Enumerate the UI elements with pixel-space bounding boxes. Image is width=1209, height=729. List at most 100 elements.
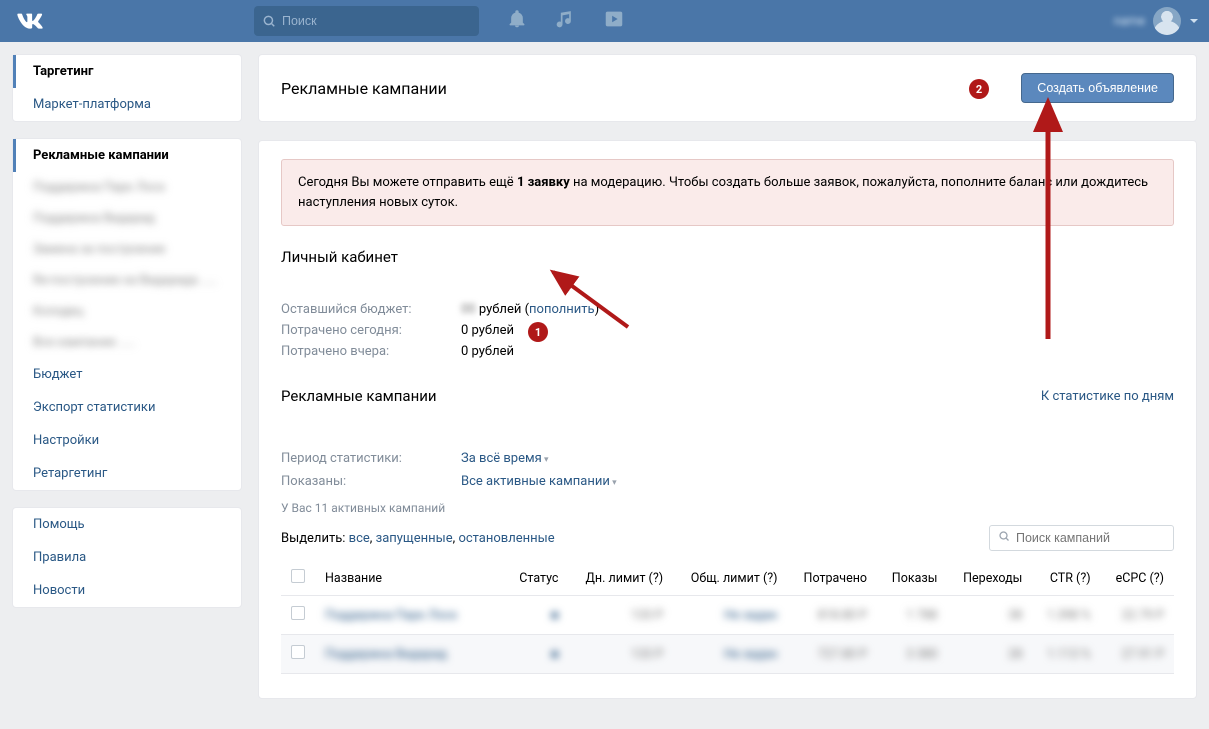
cell-ecpc: 27.91 P (1122, 647, 1164, 662)
cell-status[interactable]: ■ (551, 608, 559, 623)
sidebar: Таргетинг Маркет-платформа Рекламные кам… (12, 54, 242, 624)
row-checkbox[interactable] (291, 645, 305, 659)
filter-period-label: Период статистики: (281, 451, 461, 466)
sidebar-item-help[interactable]: Помощь (13, 508, 241, 541)
col-total-limit: Общ. лимит (?) (673, 561, 787, 596)
account-title: Личный кабинет (281, 248, 1174, 266)
search-icon (998, 530, 1010, 546)
campaigns-table: Название Статус Дн. лимит (?) Общ. лимит… (281, 561, 1174, 674)
select-all-link[interactable]: все (349, 531, 370, 546)
filter-shown-row: Показаны: Все активные кампании (281, 474, 1174, 489)
sidebar-campaign-blurred[interactable]: Поддержка Видарид (13, 203, 241, 234)
budget-remaining-label: Оставшийся бюджет: (281, 302, 461, 317)
row-checkbox[interactable] (291, 606, 305, 620)
spent-today-value: 0 рублей (461, 323, 514, 338)
page-body: Таргетинг Маркет-платформа Рекламные кам… (0, 42, 1209, 729)
spent-yesterday-row: Потрачено вчера: 0 рублей (281, 344, 1174, 359)
cell-name[interactable]: Поддержка Видарид (325, 647, 447, 662)
cell-ctr: 1.113 % (1047, 647, 1091, 662)
sidebar-campaign-blurred[interactable]: Поддержка Парк Лоск (13, 172, 241, 203)
campaign-search-input[interactable] (1016, 531, 1166, 545)
col-ctr: CTR (?) (1032, 561, 1100, 596)
spent-yesterday-label: Потрачено вчера: (281, 344, 461, 359)
budget-remaining-amount: 00 (461, 302, 476, 317)
chevron-down-icon (1189, 16, 1199, 26)
cell-day-limit: 133 P (631, 647, 663, 662)
sidebar-item-budget[interactable]: Бюджет (13, 358, 241, 391)
cell-clicks: 38 (1008, 608, 1022, 623)
page-title: Рекламные кампании (281, 79, 447, 98)
annotation-badge-1: 1 (528, 322, 548, 342)
app-header: name (0, 0, 1209, 42)
sidebar-group-targeting: Таргетинг Маркет-платформа (12, 54, 242, 122)
sidebar-campaign-blurred[interactable]: Замена за построение (13, 234, 241, 265)
sidebar-item-settings[interactable]: Настройки (13, 424, 241, 457)
cell-total-limit[interactable]: Не задан (724, 647, 777, 662)
budget-remaining-row: Оставшийся бюджет: 00 рублей (пополнить) (281, 302, 1174, 317)
sidebar-item-targeting[interactable]: Таргетинг (13, 55, 241, 88)
daily-stats-link[interactable]: К статистике по дням (1041, 389, 1174, 404)
filter-period-row: Период статистики: За всё время (281, 451, 1174, 466)
cell-status[interactable]: ■ (551, 647, 559, 662)
cell-impressions: 1 788 (906, 608, 937, 623)
spent-yesterday-value: 0 рублей (461, 344, 514, 359)
sidebar-item-news[interactable]: Новости (13, 574, 241, 607)
table-row[interactable]: Поддержка Парк Лоск ■ 133 P Не задан 818… (281, 596, 1174, 635)
col-day-limit: Дн. лимит (?) (568, 561, 673, 596)
cell-ecpc: 22.79 P (1122, 608, 1164, 623)
sidebar-campaign-blurred[interactable]: Re-построение на Видарида ..... (13, 265, 241, 296)
col-name: Название (315, 561, 505, 596)
col-clicks: Переходы (947, 561, 1032, 596)
user-avatar[interactable] (1153, 7, 1181, 35)
cell-impressions: 3 380 (906, 647, 937, 662)
dashboard-card: Сегодня Вы можете отправить ещё 1 заявку… (258, 140, 1197, 699)
music-icon[interactable] (555, 9, 575, 33)
main-content: Рекламные кампании Создать объявление Се… (258, 54, 1197, 717)
col-impressions: Показы (877, 561, 947, 596)
vk-logo[interactable] (16, 7, 44, 35)
filter-shown-value[interactable]: Все активные кампании (461, 474, 617, 489)
sidebar-item-rules[interactable]: Правила (13, 541, 241, 574)
col-ecpc: eCPC (?) (1101, 561, 1174, 596)
filter-period-value[interactable]: За всё время (461, 451, 549, 466)
active-campaigns-count: У Вас 11 активных кампаний (281, 501, 1174, 515)
video-play-icon[interactable] (603, 8, 625, 34)
header-user-block[interactable]: name (1114, 7, 1199, 35)
moderation-notice: Сегодня Вы можете отправить ещё 1 заявку… (281, 159, 1174, 226)
sidebar-item-retargeting[interactable]: Ретаргетинг (13, 457, 241, 490)
title-card: Рекламные кампании Создать объявление (258, 54, 1197, 122)
cell-spent: 818.80 P (818, 608, 867, 623)
table-row[interactable]: Поддержка Видарид ■ 133 P Не задан 727.8… (281, 635, 1174, 674)
select-all-checkbox[interactable] (291, 569, 305, 583)
notifications-icon[interactable] (507, 9, 527, 33)
sidebar-item-market[interactable]: Маркет-платформа (13, 88, 241, 121)
sidebar-group-help: Помощь Правила Новости (12, 507, 242, 608)
select-running-link[interactable]: запущенные (376, 531, 453, 546)
campaign-search[interactable] (989, 525, 1174, 551)
select-stopped-link[interactable]: остановленные (458, 531, 554, 546)
sidebar-campaign-blurred[interactable]: Колодец (13, 296, 241, 327)
spent-today-label: Потрачено сегодня: (281, 323, 461, 338)
user-name: name (1114, 14, 1145, 29)
search-icon (262, 14, 276, 28)
col-status: Статус (505, 561, 568, 596)
sidebar-group-campaigns: Рекламные кампании Поддержка Парк Лоск П… (12, 138, 242, 491)
notice-text-pre: Сегодня Вы можете отправить ещё (298, 175, 517, 190)
cell-total-limit[interactable]: Не задан (724, 608, 777, 623)
cell-clicks: 28 (1008, 647, 1022, 662)
topup-link[interactable]: пополнить (529, 302, 595, 317)
filter-shown-label: Показаны: (281, 474, 461, 489)
col-spent: Потрачено (788, 561, 878, 596)
campaigns-section-title: Рекламные кампании (281, 387, 437, 405)
sidebar-campaign-blurred[interactable]: Все кампании ..... (13, 327, 241, 358)
create-ad-button[interactable]: Создать объявление (1021, 73, 1174, 103)
sidebar-item-export[interactable]: Экспорт статистики (13, 391, 241, 424)
select-label: Выделить: (281, 531, 345, 546)
header-search[interactable] (254, 6, 479, 36)
cell-name[interactable]: Поддержка Парк Лоск (325, 608, 457, 623)
spent-today-row: Потрачено сегодня: 0 рублей (281, 323, 1174, 338)
cell-ctr: 1.398 % (1047, 608, 1091, 623)
budget-remaining-currency: рублей (479, 302, 522, 317)
sidebar-header-campaigns: Рекламные кампании (13, 139, 241, 172)
search-input[interactable] (282, 14, 452, 28)
